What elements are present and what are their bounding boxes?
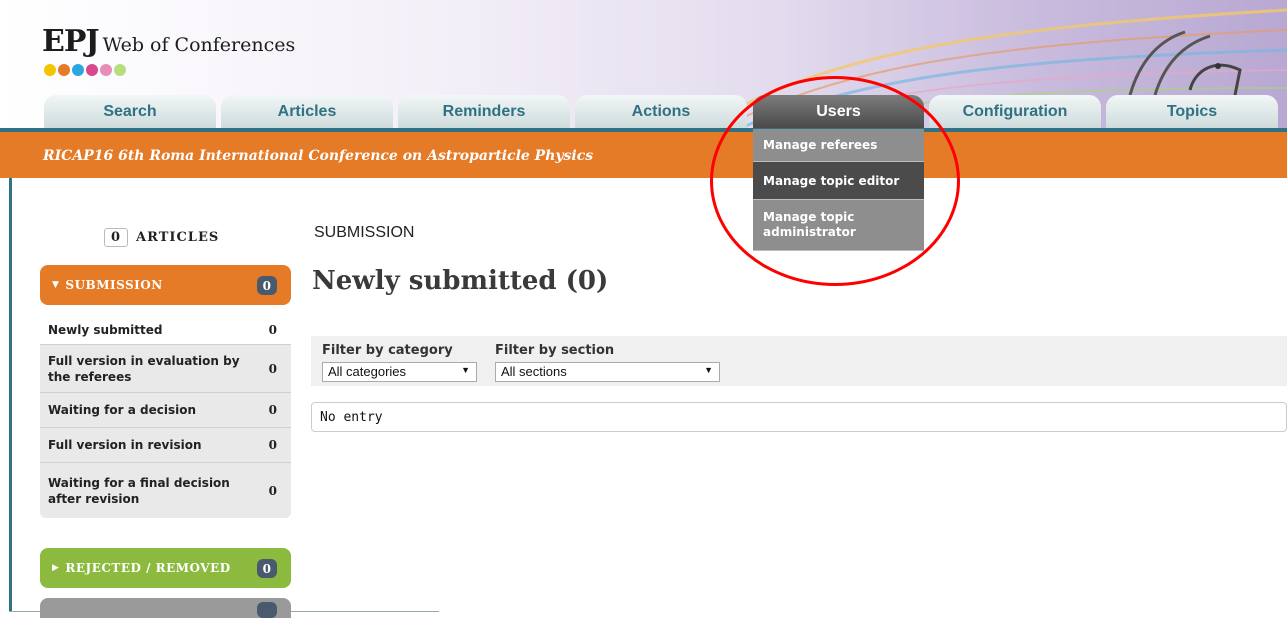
tab-topics[interactable]: Topics — [1106, 95, 1278, 128]
list-item-full-version-evaluation[interactable]: Full version in evaluation by the refere… — [40, 345, 291, 393]
list-item-count: 0 — [268, 483, 277, 498]
tab-label: Topics — [1166, 102, 1218, 120]
caret-right-icon: ▶ — [52, 563, 60, 573]
conference-banner: RICAP16 6th Roma International Conferenc… — [0, 132, 1287, 178]
filter-section-label: Filter by section — [495, 343, 615, 358]
section-label: REJECTED / REMOVED — [65, 561, 231, 575]
list-item-waiting-decision[interactable]: Waiting for a decision 0 — [40, 393, 291, 428]
logo-dot — [100, 64, 112, 76]
section-submission[interactable]: ▼ SUBMISSION 0 — [40, 265, 291, 305]
filter-category-label: Filter by category — [322, 343, 453, 358]
logo-dot — [44, 64, 56, 76]
list-item-waiting-final-decision[interactable]: Waiting for a final decision after revis… — [40, 463, 291, 518]
tab-search[interactable]: Search — [44, 95, 216, 128]
section-count-badge — [257, 602, 277, 618]
section-partially-hidden[interactable] — [40, 598, 291, 618]
tab-label: Actions — [631, 102, 691, 120]
logo-dot — [86, 64, 98, 76]
list-item-label: Full version in revision — [48, 438, 202, 452]
caret-down-icon: ▼ — [52, 280, 60, 290]
list-item-count: 0 — [268, 361, 277, 376]
list-item-label: Waiting for a decision — [48, 403, 197, 417]
list-item-count: 0 — [268, 403, 277, 417]
section-count-badge: 0 — [257, 276, 277, 295]
category-select[interactable]: All categories ▼ — [322, 362, 477, 382]
list-item-label: Newly submitted — [48, 322, 163, 337]
site-logo[interactable]: EPJ Web of Conferences — [42, 24, 295, 59]
annotation-circle — [710, 76, 960, 286]
section-select-value: All sections — [501, 364, 567, 379]
left-border — [9, 178, 12, 612]
list-item-count: 0 — [268, 438, 277, 452]
chevron-down-icon: ▼ — [461, 365, 470, 375]
tab-reminders[interactable]: Reminders — [398, 95, 570, 128]
list-item-label: Waiting for a final decision after revis… — [48, 475, 230, 506]
filter-bar: Filter by category Filter by section All… — [311, 336, 1287, 386]
chevron-down-icon: ▼ — [704, 365, 713, 375]
tab-label: Articles — [277, 102, 337, 120]
list-item-full-version-revision[interactable]: Full version in revision 0 — [40, 428, 291, 463]
logo-dot — [72, 64, 84, 76]
tab-label: Reminders — [442, 102, 526, 120]
tab-label: Search — [103, 102, 157, 120]
list-item-newly-submitted[interactable]: Newly submitted 0 — [40, 315, 291, 345]
section-select[interactable]: All sections ▼ — [495, 362, 720, 382]
section-label: SUBMISSION — [65, 278, 163, 292]
breadcrumb: SUBMISSION — [314, 224, 415, 241]
empty-list-message: No entry — [311, 402, 1287, 432]
tab-configuration[interactable]: Configuration — [929, 95, 1101, 128]
submission-submenu: Newly submitted 0 Full version in evalua… — [40, 315, 291, 518]
section-rejected-removed[interactable]: ▶ REJECTED / REMOVED 0 — [40, 548, 291, 588]
logo-dots — [44, 64, 126, 76]
logo-subtitle: Web of Conferences — [102, 34, 296, 56]
logo-epj-text: EPJ — [42, 24, 100, 59]
articles-counter: 0 ARTICLES — [104, 228, 219, 247]
section-count-badge: 0 — [257, 559, 277, 578]
list-item-count: 0 — [268, 322, 277, 337]
category-select-value: All categories — [328, 364, 407, 379]
logo-dot — [58, 64, 70, 76]
page-title: Newly submitted (0) — [312, 266, 609, 296]
tab-actions[interactable]: Actions — [575, 95, 747, 128]
articles-count-badge: 0 — [104, 228, 129, 247]
list-item-label: Full version in evaluation by the refere… — [48, 353, 240, 384]
conference-title: RICAP16 6th Roma International Conferenc… — [43, 148, 594, 164]
logo-dot — [114, 64, 126, 76]
tab-articles[interactable]: Articles — [221, 95, 393, 128]
articles-label: ARTICLES — [136, 230, 220, 245]
tab-label: Configuration — [962, 102, 1068, 120]
